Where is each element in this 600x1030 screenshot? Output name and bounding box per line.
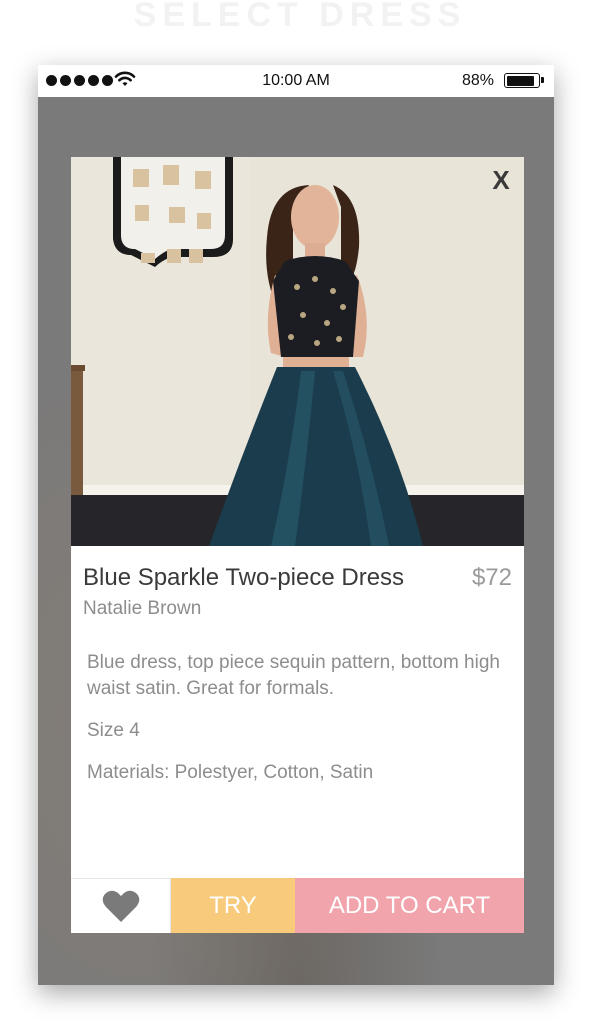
product-details: Blue dress, top piece sequin pattern, bo…: [83, 650, 512, 786]
app-page: SELECT DRESS 10:00 AM 88% X Blue Sparkle…: [0, 0, 600, 1030]
product-price: $72: [471, 564, 512, 591]
seller-name: Natalie Brown: [83, 598, 202, 619]
product-modal: X Blue Sparkle Two-piece Dress $72 Natal…: [71, 157, 524, 933]
battery-percentage: 88%: [461, 72, 494, 89]
battery-icon: [504, 73, 544, 88]
product-description: Blue dress, top piece sequin pattern, bo…: [87, 652, 500, 699]
product-info: Blue Sparkle Two-piece Dress $72 Natalie…: [71, 564, 524, 786]
dress-photo-illustration: [71, 157, 524, 546]
status-bar: 10:00 AM 88%: [38, 65, 554, 97]
close-button[interactable]: X: [488, 165, 514, 196]
product-title: Blue Sparkle Two-piece Dress: [83, 564, 405, 591]
battery-level-fill: [506, 75, 534, 86]
add-to-cart-button[interactable]: ADD TO CART: [295, 878, 524, 933]
try-button[interactable]: TRY: [171, 878, 295, 933]
title-row: Blue Sparkle Two-piece Dress $72: [83, 564, 512, 592]
action-bar: TRY ADD TO CART: [71, 878, 524, 933]
screen-heading: SELECT DRESS: [133, 0, 467, 30]
phone-frame: 10:00 AM 88% X Blue Sparkle Two-piece Dr…: [38, 65, 554, 985]
dress-photo: X: [71, 157, 524, 546]
product-materials: Materials: Polestyer, Cotton, Satin: [87, 762, 374, 783]
product-size: Size 4: [87, 720, 140, 741]
like-button[interactable]: [71, 878, 171, 933]
heart-icon: [102, 890, 139, 922]
